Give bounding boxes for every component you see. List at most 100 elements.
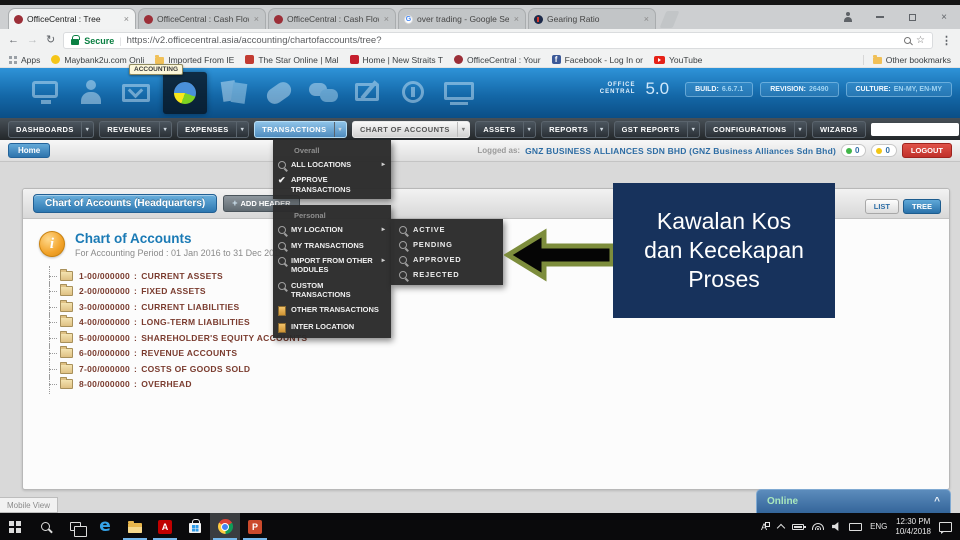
chat-widget-bar[interactable]: Online ^ — [756, 489, 951, 513]
tree-connector[interactable] — [45, 312, 60, 332]
account-label[interactable]: 8-00/000000 : OVERHEAD — [79, 379, 192, 389]
menu-item[interactable]: Overall — [273, 142, 391, 157]
browser-tab[interactable]: Gearing Ratio × — [528, 8, 656, 29]
account-row[interactable]: 6-00/000000 : REVENUE ACCOUNTS — [45, 343, 949, 363]
nav-item[interactable]: TRANSACTIONS ▾ — [254, 120, 347, 138]
browser-tab[interactable]: OfficeCentral : Cash Flow × — [268, 8, 396, 29]
action-center-icon[interactable] — [939, 521, 952, 534]
bookmark-star-icon[interactable]: ☆ — [916, 35, 925, 46]
documents-module-icon[interactable] — [216, 77, 252, 109]
hidden-icons-chevron-icon[interactable] — [776, 523, 786, 533]
dashboard-module-icon[interactable] — [28, 77, 64, 109]
tree-connector[interactable] — [45, 281, 60, 301]
submenu-item[interactable]: REJECTED — [391, 267, 503, 282]
mobile-view-link[interactable]: Mobile View — [0, 497, 58, 513]
chat-module-icon[interactable] — [306, 77, 342, 109]
account-label[interactable]: 1-00/000000 : CURRENT ASSETS — [79, 271, 223, 281]
nav-item[interactable]: WIZARDS — [811, 120, 866, 138]
chevron-down-icon[interactable]: ▾ — [80, 121, 93, 137]
bookmark-item[interactable]: Apps — [9, 55, 40, 65]
nav-item[interactable]: GST REPORTS ▾ — [613, 120, 701, 138]
menu-item[interactable]: MY LOCATION ▸ — [273, 222, 391, 237]
taskbar-app-button[interactable] — [30, 513, 60, 540]
browser-tab[interactable]: OfficeCentral : Cash Flow × — [138, 8, 266, 29]
phone-module-icon[interactable] — [261, 77, 297, 109]
menu-item[interactable]: CUSTOM TRANSACTIONS — [273, 278, 391, 303]
taskbar-app-button[interactable] — [150, 513, 180, 540]
tree-connector[interactable] — [45, 343, 60, 363]
chevron-down-icon[interactable]: ▾ — [333, 121, 346, 137]
tab-close-icon[interactable]: × — [513, 14, 520, 24]
chevron-down-icon[interactable]: ▾ — [793, 121, 806, 137]
tree-connector[interactable] — [45, 374, 60, 394]
browser-tab[interactable]: OfficeCentral : Tree × — [8, 8, 136, 29]
account-row[interactable]: 8-00/000000 : OVERHEAD — [45, 374, 949, 394]
battery-icon[interactable] — [792, 523, 807, 530]
submenu-item[interactable]: APPROVED — [391, 252, 503, 267]
account-label[interactable]: 6-00/000000 : REVENUE ACCOUNTS — [79, 348, 237, 358]
chevron-down-icon[interactable]: ▾ — [595, 121, 607, 137]
nav-search-input[interactable] — [870, 122, 959, 136]
taskbar-app-button[interactable] — [0, 513, 30, 540]
accounting-module-button[interactable] — [163, 72, 207, 114]
forward-button[interactable]: → — [27, 35, 38, 46]
tab-close-icon[interactable]: × — [123, 14, 130, 24]
wifi-icon[interactable] — [812, 523, 825, 530]
clock[interactable]: 12:30 PM 10/4/2018 — [895, 517, 931, 537]
menu-item[interactable]: Personal — [273, 207, 391, 222]
url-text[interactable]: https://v2.officecentral.asia/accounting… — [127, 35, 899, 46]
tree-connector[interactable] — [45, 359, 60, 378]
taskbar-app-button[interactable] — [90, 513, 120, 540]
bookmark-item[interactable]: YouTube — [654, 55, 702, 65]
touch-keyboard-icon[interactable] — [849, 522, 863, 531]
back-button[interactable]: ← — [8, 35, 19, 46]
tree-connector[interactable] — [45, 328, 60, 347]
tab-close-icon[interactable]: × — [643, 14, 650, 24]
bookmark-item[interactable]: Maybank2u.com Onli — [51, 55, 144, 65]
info-module-icon[interactable] — [396, 77, 432, 109]
browser-menu-icon[interactable]: ⋮ — [941, 34, 952, 47]
ime-icon[interactable]: A — [761, 521, 771, 532]
nav-item[interactable]: CONFIGURATIONS ▾ — [705, 120, 807, 138]
tree-connector[interactable] — [45, 297, 60, 316]
compose-module-icon[interactable] — [351, 77, 387, 109]
chevron-up-icon[interactable]: ^ — [934, 496, 940, 507]
chevron-down-icon[interactable]: ▾ — [456, 121, 469, 137]
minimize-button[interactable] — [864, 5, 896, 29]
logout-button[interactable]: LOGOUT — [901, 143, 952, 158]
menu-item[interactable]: MY TRANSACTIONS — [273, 238, 391, 253]
list-view-button[interactable]: LIST — [864, 199, 899, 214]
hr-module-icon[interactable] — [73, 77, 109, 109]
nav-item[interactable]: CHART OF ACCOUNTS ▾ — [351, 120, 471, 138]
browser-tab[interactable]: G over trading - Google Se × — [398, 8, 526, 29]
account-row[interactable]: 5-00/000000 : SHAREHOLDER'S EQUITY ACCOU… — [45, 328, 949, 347]
chevron-down-icon[interactable]: ▾ — [158, 121, 171, 137]
new-tab-button[interactable] — [659, 11, 680, 28]
notification-badge[interactable]: 0 — [841, 144, 867, 157]
nav-item[interactable]: REVENUES ▾ — [99, 120, 173, 138]
bookmark-item[interactable]: The Star Online | Mal — [245, 55, 339, 65]
account-label[interactable]: 2-00/000000 : FIXED ASSETS — [79, 286, 206, 296]
menu-item[interactable]: INTER LOCATION — [273, 319, 391, 336]
maximize-button[interactable] — [896, 5, 928, 29]
tab-close-icon[interactable]: × — [253, 14, 260, 24]
nav-item[interactable]: REPORTS ▾ — [541, 120, 609, 138]
account-label[interactable]: 4-00/000000 : LONG-TERM LIABILITIES — [79, 317, 250, 327]
account-label[interactable]: 3-00/000000 : CURRENT LIABILITIES — [79, 302, 239, 312]
tab-close-icon[interactable]: × — [383, 14, 390, 24]
taskbar-app-button[interactable] — [180, 513, 210, 540]
search-icon[interactable] — [904, 37, 912, 44]
taskbar-app-button[interactable] — [120, 513, 150, 540]
nav-item[interactable]: ASSETS ▾ — [475, 120, 537, 138]
url-bar[interactable]: Secure | https://v2.officecentral.asia/a… — [63, 32, 933, 49]
account-label[interactable]: 7-00/000000 : COSTS OF GOODS SOLD — [79, 364, 250, 374]
taskbar-app-button[interactable] — [210, 513, 240, 540]
nav-item[interactable]: DASHBOARDS ▾ — [8, 120, 95, 138]
bookmark-item[interactable]: Facebook - Log In or — [551, 55, 643, 65]
submenu-item[interactable]: ACTIVE — [391, 222, 503, 237]
refresh-button[interactable]: ↻ — [46, 35, 55, 46]
chevron-down-icon[interactable]: ▾ — [522, 121, 535, 137]
menu-item[interactable]: ALL LOCATIONS ▸ — [273, 157, 391, 172]
taskbar-app-button[interactable] — [240, 513, 270, 540]
display-module-icon[interactable] — [441, 77, 477, 109]
